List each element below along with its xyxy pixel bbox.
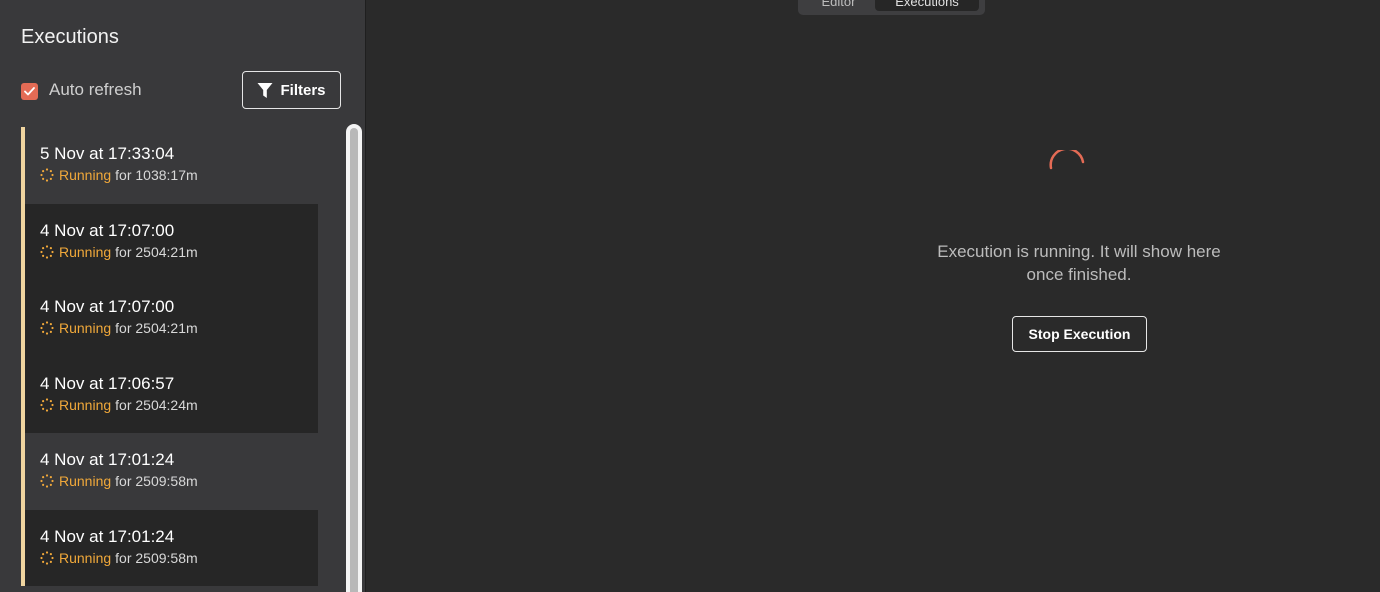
running-spinner-icon	[40, 321, 54, 335]
auto-refresh-toggle[interactable]: Auto refresh	[21, 80, 142, 100]
running-spinner-icon	[40, 168, 54, 182]
filter-icon	[257, 82, 273, 99]
execution-list-item[interactable]: 4 Nov at 17:06:57 Running for 2504:24m	[21, 356, 318, 433]
execution-timestamp: 4 Nov at 17:07:00	[40, 297, 175, 316]
tab-executions[interactable]: Executions	[875, 0, 979, 11]
execution-timestamp: 4 Nov at 17:06:57	[40, 373, 175, 393]
status-bar	[21, 433, 25, 510]
auto-refresh-checkbox[interactable]	[21, 83, 38, 100]
execution-duration: for 2509:58m	[115, 473, 198, 489]
execution-list-item[interactable]: 4 Nov at 17:07:00 Running for 2504:21m	[21, 280, 318, 357]
status-label: Running	[59, 549, 112, 566]
app-window: Executions Auto refresh Filters 5 Nov at…	[0, 0, 1380, 592]
filters-button[interactable]: Filters	[242, 71, 341, 109]
execution-duration: for 2504:21m	[115, 320, 198, 336]
stop-execution-button[interactable]: Stop Execution	[1012, 316, 1147, 352]
status-label: Running	[59, 396, 112, 413]
execution-status: Running for 2509:58m	[40, 473, 198, 489]
auto-refresh-label: Auto refresh	[49, 80, 142, 99]
executions-sidebar: Executions Auto refresh Filters 5 Nov at…	[0, 0, 366, 592]
execution-timestamp: 4 Nov at 17:07:00	[40, 220, 175, 240]
execution-duration: for 2509:58m	[115, 549, 198, 566]
execution-status: Running for 2504:21m	[40, 320, 198, 336]
status-bar	[21, 203, 25, 280]
tab-editor[interactable]: Editor	[802, 0, 875, 11]
running-spinner-icon	[40, 474, 54, 488]
execution-timestamp: 5 Nov at 17:33:04	[40, 144, 175, 163]
execution-timestamp: 4 Nov at 17:01:24	[40, 450, 175, 469]
check-icon	[24, 87, 35, 96]
status-bar	[21, 356, 25, 433]
status-label: Running	[59, 473, 112, 489]
scrollbar[interactable]	[346, 124, 362, 592]
status-label: Running	[59, 320, 112, 336]
execution-running-message: Execution is running. It will show here …	[937, 242, 1221, 284]
status-bar	[21, 509, 25, 586]
running-spinner-icon	[40, 244, 54, 259]
running-spinner-icon	[40, 550, 54, 565]
execution-list-item[interactable]: 4 Nov at 17:01:24 Running for 2509:58m	[21, 509, 318, 586]
execution-status: Running for 2509:58m	[40, 550, 198, 566]
execution-list-item[interactable]: 4 Nov at 17:01:24 Running for 2509:58m	[21, 433, 318, 510]
status-bar	[21, 280, 25, 357]
status-label: Running	[59, 243, 112, 260]
view-switcher: Editor Executions	[798, 0, 985, 15]
execution-duration: for 2504:21m	[115, 243, 198, 260]
execution-status: Running for 1038:17m	[40, 167, 198, 183]
filters-button-label: Filters	[280, 81, 326, 99]
execution-duration: for 2504:24m	[115, 396, 198, 413]
scrollbar-thumb[interactable]	[350, 128, 358, 592]
execution-status: Running for 2504:21m	[40, 244, 198, 260]
execution-list-item[interactable]: 4 Nov at 17:07:00 Running for 2504:21m	[21, 203, 318, 280]
status-bar	[21, 127, 25, 204]
execution-list-item[interactable]: 5 Nov at 17:33:04 Running for 1038:17m	[21, 127, 318, 204]
status-label: Running	[59, 167, 112, 183]
spinner-icon	[1047, 147, 1087, 190]
execution-timestamp: 4 Nov at 17:01:24	[40, 526, 175, 546]
execution-status: Running for 2504:24m	[40, 397, 198, 413]
executions-list: 5 Nov at 17:33:04 Running for 1038:17m 4 No…	[21, 127, 318, 592]
sidebar-title: Executions	[21, 26, 119, 48]
execution-duration: for 1038:17m	[115, 167, 198, 183]
running-spinner-icon	[40, 397, 54, 412]
